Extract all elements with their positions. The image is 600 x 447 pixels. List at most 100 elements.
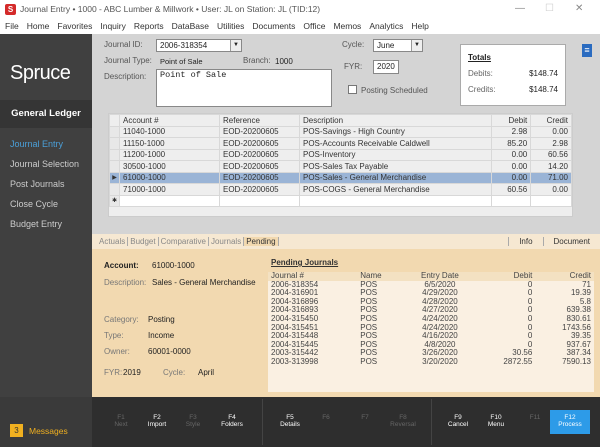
cell[interactable]: 60.56 (530, 148, 572, 161)
menu-favorites[interactable]: Favorites (57, 21, 92, 31)
new-row[interactable]: ✱ (109, 194, 572, 207)
function-key-f1[interactable]: F1 Next (101, 414, 141, 428)
column-header[interactable]: Description (298, 114, 493, 127)
table-row[interactable]: 30500-1000 EOD-20200605 POS-Sales Tax Paya… (109, 160, 572, 173)
cell[interactable]: 2.98 (491, 125, 532, 138)
sidebar-item-post-journals[interactable]: Post Journals (10, 179, 65, 189)
row-header[interactable] (109, 148, 120, 161)
function-key-f7[interactable]: F7 (345, 414, 385, 421)
posting-scheduled-checkbox[interactable] (348, 85, 357, 94)
sidebar-item-budget-entry[interactable]: Budget Entry (10, 219, 62, 229)
cell[interactable]: 60.56 (491, 183, 532, 196)
tab-journals[interactable]: Journals (209, 237, 245, 246)
menu-utilities[interactable]: Utilities (217, 21, 244, 31)
maximize-icon[interactable]: ☐ (545, 3, 554, 14)
cell[interactable]: POS-Sales Tax Payable (298, 160, 493, 173)
chevron-down-icon[interactable]: ▼ (230, 40, 241, 51)
menu-file[interactable]: File (5, 21, 19, 31)
menu-home[interactable]: Home (27, 21, 50, 31)
function-key-f4[interactable]: F4 Folders (212, 414, 252, 428)
cell[interactable] (491, 194, 532, 207)
cell[interactable]: POS-Sales - General Merchandise (298, 171, 493, 184)
cell[interactable]: 71.00 (530, 171, 572, 184)
cell[interactable]: EOD-20200605 (219, 160, 300, 173)
cell[interactable]: 71000-1000 (119, 183, 220, 196)
row-header[interactable] (109, 183, 120, 196)
cell[interactable]: 11150-1000 (119, 137, 220, 150)
close-icon[interactable]: ✕ (575, 3, 583, 14)
menu-documents[interactable]: Documents (252, 21, 295, 31)
menu-analytics[interactable]: Analytics (369, 21, 403, 31)
cell[interactable]: 30500-1000 (119, 160, 220, 173)
function-key-f9[interactable]: F9 Cancel (438, 414, 478, 428)
sidebar-item-journal-entry[interactable]: Journal Entry (10, 139, 63, 149)
description-field[interactable]: Point of Sale (156, 69, 332, 107)
column-header[interactable]: Debit (476, 271, 536, 281)
cell[interactable]: 0.00 (491, 160, 532, 173)
cell[interactable]: 61000-1000 (119, 171, 220, 184)
cell[interactable]: POS-Savings - High Country (298, 125, 493, 138)
journal-id-select[interactable]: 2006-318354 ▼ (156, 39, 242, 52)
row-header[interactable] (109, 137, 120, 150)
cell[interactable]: 85.20 (491, 137, 532, 150)
tab-comparative[interactable]: Comparative (159, 237, 209, 246)
current-row-arrow-icon[interactable]: ▶ (109, 171, 120, 184)
column-header[interactable]: Account # (119, 114, 220, 127)
function-key-f3[interactable]: F3 Style (173, 414, 213, 428)
function-key-f6[interactable]: F6 (306, 414, 346, 421)
fyr-field[interactable]: 2020 (373, 60, 399, 74)
cell[interactable]: 0.00 (530, 125, 572, 138)
list-item[interactable]: 2003-313998 POS 3/20/2020 2872.55 7590.13 (268, 357, 594, 367)
tab-document[interactable]: Document (542, 237, 600, 246)
chevron-down-icon[interactable]: ▼ (411, 40, 422, 51)
tab-budget[interactable]: Budget (128, 237, 159, 246)
function-key-f10[interactable]: F10 Menu (476, 414, 516, 428)
menu-database[interactable]: DataBase (172, 21, 209, 31)
cell[interactable]: EOD-20200605 (219, 171, 300, 184)
cell[interactable]: 11200-1000 (119, 148, 220, 161)
row-header[interactable] (109, 125, 120, 138)
messages-link[interactable]: Messages (29, 426, 68, 436)
table-row[interactable]: 71000-1000 EOD-20200605 POS-COGS - General… (109, 183, 572, 196)
sidebar-item-close-cycle[interactable]: Close Cycle (10, 199, 58, 209)
tab-actuals[interactable]: Actuals (97, 237, 129, 246)
cell[interactable]: EOD-20200605 (219, 137, 300, 150)
minimize-icon[interactable]: — (515, 3, 525, 14)
table-row[interactable]: ▶ 61000-1000 EOD-20200605 POS-Sales - Gener… (109, 171, 572, 184)
function-key-f12[interactable]: F12 Process (550, 414, 590, 428)
cell[interactable]: POS-Accounts Receivable Caldwell (298, 137, 493, 150)
cell[interactable]: 0.00 (530, 183, 572, 196)
cell[interactable]: POS-COGS - General Merchandise (298, 183, 493, 196)
tab-pending[interactable]: Pending (244, 237, 279, 246)
table-row[interactable]: 11150-1000 EOD-20200605 POS-Accounts Recei… (109, 137, 572, 150)
hamburger-menu-icon[interactable]: ≡ (582, 44, 592, 57)
column-header[interactable]: Debit (491, 114, 532, 127)
cell[interactable] (119, 194, 220, 207)
column-header[interactable]: Reference (219, 114, 300, 127)
function-key-f2[interactable]: F2 Import (137, 414, 177, 428)
table-row[interactable]: 11040-1000 EOD-20200605 POS-Savings - High… (109, 125, 572, 138)
cell[interactable]: EOD-20200605 (219, 148, 300, 161)
cell[interactable]: EOD-20200605 (219, 125, 300, 138)
cell[interactable]: 14.20 (530, 160, 572, 173)
menu-office[interactable]: Office (303, 21, 325, 31)
tab-info[interactable]: Info (508, 237, 542, 246)
cell[interactable]: 0.00 (491, 148, 532, 161)
table-row[interactable]: 11200-1000 EOD-20200605 POS-Inventory 0.00 6… (109, 148, 572, 161)
sidebar-item-journal-selection[interactable]: Journal Selection (10, 159, 79, 169)
menu-help[interactable]: Help (411, 21, 428, 31)
cycle-select[interactable]: June ▼ (373, 39, 423, 52)
cell[interactable]: 0.00 (491, 171, 532, 184)
cell[interactable] (298, 194, 493, 207)
cell[interactable] (219, 194, 300, 207)
function-key-f8[interactable]: F8 Reversal (383, 414, 423, 428)
row-header[interactable] (109, 160, 120, 173)
menu-inquiry[interactable]: Inquiry (100, 21, 126, 31)
menu-memos[interactable]: Memos (333, 21, 361, 31)
function-key-f5[interactable]: F5 Details (270, 414, 310, 428)
function-key-f11[interactable]: F11 (515, 414, 555, 421)
menu-reports[interactable]: Reports (134, 21, 164, 31)
cell[interactable]: EOD-20200605 (219, 183, 300, 196)
cell[interactable] (530, 194, 572, 207)
column-header[interactable]: Credit (530, 114, 572, 127)
